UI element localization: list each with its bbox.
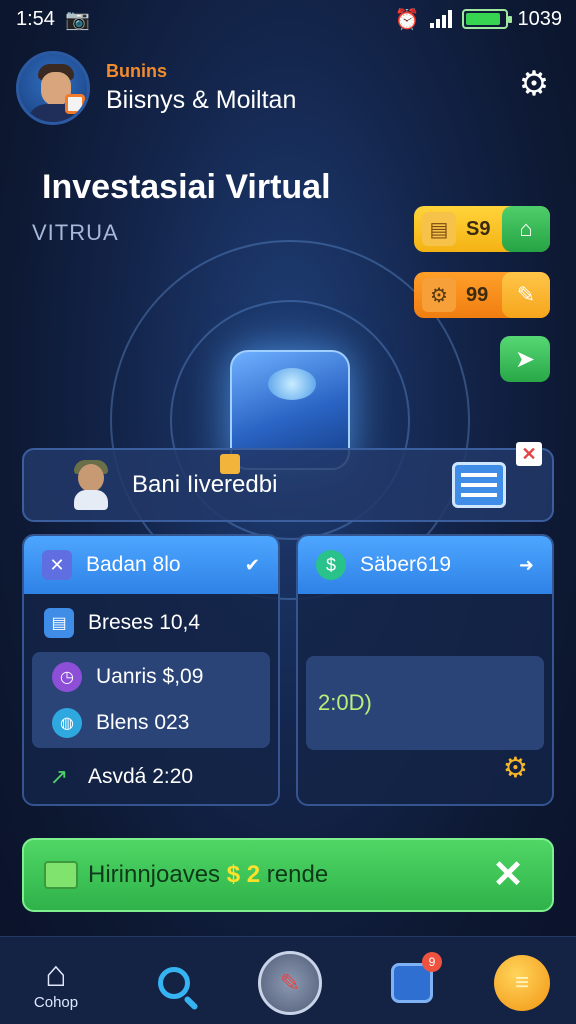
brand-label: Bunins <box>106 61 167 81</box>
search-icon <box>158 967 190 999</box>
chart-up-icon: ↗ <box>49 764 69 789</box>
nav-coins[interactable]: ≡ <box>484 945 560 1021</box>
list-item[interactable]: ▤ Breses 10,4 <box>24 600 278 646</box>
folder-icon <box>44 861 78 889</box>
chevron-down-icon[interactable]: ✔ <box>245 555 260 576</box>
nav-box[interactable]: 9 <box>374 945 450 1021</box>
x-box-icon: ✕ <box>42 550 72 580</box>
coins-icon: ≡ <box>494 955 550 1011</box>
promo-text: Hirinnjoaves $ 2 rende <box>88 861 328 889</box>
banner-label: Bani Iiveredbi <box>132 471 278 498</box>
gear-chip[interactable]: ⚙ 99 ✎ <box>414 272 550 318</box>
right-panel-title: Säber619 <box>360 553 452 576</box>
header-text: Bunins Biisnys & Moiltan <box>106 61 296 115</box>
arrow-right-icon[interactable]: ➜ <box>519 555 534 576</box>
document-icon: ▤ <box>44 608 74 638</box>
status-bar: 1:54 📷 ⏰ 1039 <box>0 0 576 38</box>
list-item-label: Blens 023 <box>96 711 190 734</box>
battery-fill <box>465 13 500 25</box>
list-item[interactable]: ↗ Asvdá 2:20 <box>24 754 278 800</box>
promo-prefix: Hirinnjoaves <box>88 861 221 888</box>
nav-home[interactable]: ⌂ Cohop <box>18 945 94 1021</box>
avatar[interactable] <box>16 51 90 125</box>
clock-icon: ◷ <box>52 662 82 692</box>
gear-icon[interactable]: ⚙ <box>503 751 528 784</box>
user-name: Biisnys & Moiltan <box>106 86 297 114</box>
promo-amount: $ 2 <box>226 861 261 888</box>
nav-search[interactable] <box>136 945 212 1021</box>
gear-icon[interactable]: ⚙ <box>516 66 552 102</box>
right-panel-value: 2:0D) <box>318 690 372 715</box>
right-panel-header[interactable]: $ Säber619 ➜ <box>298 536 552 594</box>
left-panel-header[interactable]: ✕ Badan 8lo ✔ <box>24 536 278 594</box>
close-icon[interactable]: ✕ <box>516 442 542 466</box>
nav-center[interactable]: ✎ <box>252 945 328 1021</box>
cog-icon: ⚙ <box>422 278 456 312</box>
status-right: ⏰ 1039 <box>395 7 562 32</box>
calendar-icon[interactable] <box>452 462 506 508</box>
nav-home-label: Cohop <box>33 993 79 1011</box>
battery-icon <box>461 9 512 29</box>
close-icon[interactable]: ✕ <box>492 856 524 894</box>
left-panel: ✕ Badan 8lo ✔ ▤ Breses 10,4 ◷ Uanris $,0… <box>22 534 280 806</box>
profile-header: Bunins Biisnys & Moiltan ⚙ <box>16 46 560 130</box>
left-panel-title: Badan 8lo <box>86 553 181 576</box>
right-panel: $ Säber619 ➜ 2:0D) ⚙ <box>296 534 554 806</box>
avatar-badge-icon <box>65 94 85 114</box>
signal-icon <box>429 10 452 28</box>
bank-icon[interactable]: ⌂ <box>502 206 550 252</box>
promo-banner[interactable]: Hirinnjoaves $ 2 rende ✕ <box>22 838 554 912</box>
list-item-label: Uanris $,09 <box>96 665 204 688</box>
list-item-label: Asvdá 2:20 <box>88 765 194 788</box>
highlighted-group: ◷ Uanris $,09 ◍ Blens 023 <box>32 652 270 748</box>
send-button[interactable]: ➤ <box>500 336 550 382</box>
alarm-icon: ⏰ <box>394 8 420 31</box>
right-panel-value-box: 2:0D) <box>306 656 544 750</box>
list-item[interactable]: ◍ Blens 023 <box>32 700 270 746</box>
wallet-icon: ▤ <box>422 212 456 246</box>
home-icon: ⌂ <box>45 952 67 994</box>
status-left: 1:54 📷 <box>16 7 90 32</box>
list-item-label: Breses 10,4 <box>88 611 201 634</box>
cube-top <box>268 368 316 400</box>
gear-chip-value: 99 <box>466 283 489 306</box>
wallet-chip[interactable]: ▤ S9 ⌂ <box>414 206 550 252</box>
camera-icon: 📷 <box>64 8 90 31</box>
info-banner[interactable]: Bani Iiveredbi ✕ <box>22 442 554 522</box>
page-title: Investasiai Virtual <box>42 168 331 206</box>
globe-icon: ◍ <box>52 708 82 738</box>
wallet-value: S9 <box>466 217 491 240</box>
box-icon: 9 <box>391 952 442 1003</box>
bottom-nav: ⌂ Cohop ✎ 9 ≡ <box>0 936 576 1024</box>
pencil-icon[interactable]: ✎ <box>502 272 550 318</box>
mascot-icon <box>68 460 114 510</box>
promo-suffix: rende <box>266 861 329 888</box>
list-item[interactable]: ◷ Uanris $,09 <box>32 654 270 700</box>
battery-text: 1039 <box>517 7 563 30</box>
send-icon: ➤ <box>514 345 536 373</box>
box-icon <box>220 454 240 474</box>
currency-icon: $ <box>316 550 346 580</box>
status-time: 1:54 <box>16 7 55 30</box>
center-action-icon: ✎ <box>258 951 322 1015</box>
notification-badge: 9 <box>422 952 442 972</box>
